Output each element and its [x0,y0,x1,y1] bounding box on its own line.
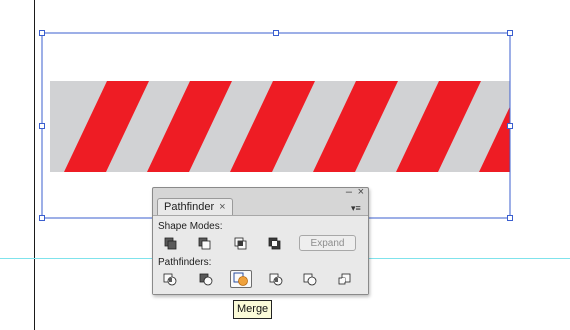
panel-menu-icon[interactable]: ▾≡ [351,203,365,213]
trim-icon [199,273,213,286]
merge-icon [233,272,248,286]
tab-label: Pathfinder [164,201,215,213]
minus-back-button[interactable] [335,271,355,287]
minus-front-icon [198,237,211,250]
intersect-icon [234,237,247,250]
unite-icon [164,237,177,250]
expand-button[interactable]: Expand [299,235,356,251]
unite-button[interactable] [161,235,181,251]
merge-tooltip: Merge [233,300,273,319]
selection-handle[interactable] [507,215,513,221]
panel-close-button[interactable]: × [358,185,364,199]
exclude-button[interactable] [265,235,285,251]
outline-icon [303,273,317,286]
divide-button[interactable] [161,271,181,287]
selection-handle[interactable] [507,123,513,129]
selection-handle[interactable] [273,30,279,36]
collapse-button[interactable]: – [346,185,352,199]
selection-handle[interactable] [507,30,513,36]
shape-modes-label: Shape Modes: [158,221,223,232]
intersect-button[interactable] [231,235,251,251]
pathfinder-panel: – × Pathfinder × ▾≡ Shape Modes: Expand … [152,185,369,295]
exclude-icon [268,237,281,250]
panel-body: Shape Modes: Expand Pathfinders: [153,215,368,294]
selection-handle[interactable] [39,123,45,129]
minus-front-button[interactable] [195,235,215,251]
crop-button[interactable] [267,271,287,287]
merge-button[interactable] [230,270,252,288]
trim-button[interactable] [197,271,217,287]
pathfinders-label: Pathfinders: [158,257,212,268]
minus-back-icon [338,273,351,285]
tab-close-icon[interactable]: × [219,201,225,213]
crop-icon [269,273,283,286]
outline-button[interactable] [301,271,321,287]
selection-handle[interactable] [39,30,45,36]
divide-icon [163,273,177,286]
vertical-guide [34,0,35,330]
selection-handle[interactable] [39,215,45,221]
tab-pathfinder[interactable]: Pathfinder × [157,198,233,216]
